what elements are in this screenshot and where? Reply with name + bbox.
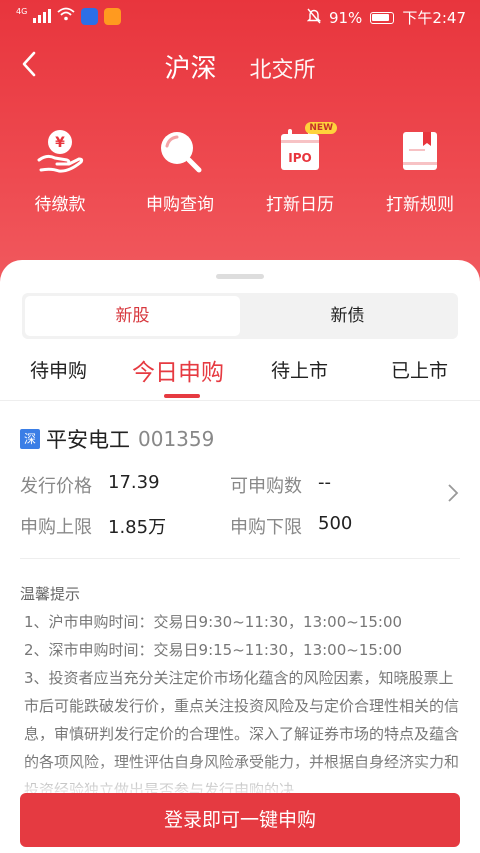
market-tab-bjse[interactable]: 北交所 bbox=[250, 52, 316, 84]
login-subscribe-button[interactable]: 登录即可一键申购 bbox=[20, 793, 460, 847]
subscribable-value: -- bbox=[318, 472, 331, 493]
subscribable-row: 可申购数 -- bbox=[230, 472, 331, 498]
wifi-icon bbox=[57, 7, 75, 25]
quick-action-label: 打新日历 bbox=[266, 195, 334, 215]
segment-new-stock[interactable]: 新股 bbox=[25, 296, 240, 336]
quick-action-subscription-query[interactable]: 申购查询 bbox=[120, 124, 240, 215]
network-type: 4G bbox=[16, 6, 28, 16]
segment-control: 新股 新债 bbox=[22, 293, 458, 339]
rules-book-icon bbox=[393, 124, 447, 178]
divider bbox=[0, 400, 480, 401]
tab-listed[interactable]: 已上市 bbox=[391, 356, 448, 383]
stock-title: 深 平安电工 001359 bbox=[20, 424, 460, 454]
quick-action-label: 申购查询 bbox=[146, 195, 214, 215]
upper-limit-value: 1.85万 bbox=[108, 517, 167, 538]
money-hand-icon: ¥ bbox=[33, 124, 87, 178]
tab-today-subscription[interactable]: 今日申购 bbox=[132, 353, 224, 387]
tab-pending-subscription[interactable]: 待申购 bbox=[30, 356, 87, 383]
battery-percent: 91% bbox=[328, 8, 363, 27]
battery-icon bbox=[370, 11, 395, 24]
notice-line-2: 2、深市申购时间：交易日9:15~11:30，13:00~15:00 bbox=[24, 641, 403, 659]
stock-code: 001359 bbox=[138, 427, 215, 451]
clock: 下午2:47 bbox=[402, 9, 466, 27]
notice-title: 温馨提示 bbox=[20, 585, 81, 603]
status-bar: 4G 91% 下午2:47 bbox=[0, 0, 480, 32]
divider bbox=[20, 558, 460, 559]
market-badge: 深 bbox=[20, 429, 40, 449]
upper-limit-row: 申购上限 1.85万 bbox=[20, 513, 166, 539]
lower-limit-row: 申购下限 500 bbox=[230, 513, 352, 539]
segment-new-bond[interactable]: 新债 bbox=[240, 296, 455, 336]
signal-icon bbox=[33, 9, 52, 23]
search-icon bbox=[153, 124, 207, 178]
quick-action-ipo-rules[interactable]: 打新规则 bbox=[360, 124, 480, 215]
lower-limit-label: 申购下限 bbox=[230, 517, 302, 538]
top-nav: 沪深 北交所 bbox=[0, 40, 480, 90]
svg-text:¥: ¥ bbox=[55, 135, 65, 151]
issue-price-row: 发行价格 17.39 bbox=[20, 472, 160, 498]
new-badge: NEW bbox=[305, 122, 337, 134]
tab-indicator bbox=[164, 394, 200, 398]
upper-limit-label: 申购上限 bbox=[20, 517, 92, 538]
quick-action-pending-payment[interactable]: ¥ 待缴款 bbox=[0, 124, 120, 215]
ipo-calendar-icon: IPO NEW bbox=[273, 122, 337, 178]
quick-action-ipo-calendar[interactable]: IPO NEW 打新日历 bbox=[240, 122, 360, 215]
subscribable-label: 可申购数 bbox=[230, 476, 302, 497]
svg-text:IPO: IPO bbox=[288, 151, 311, 165]
status-tabs: 待申购 今日申购 待上市 已上市 bbox=[0, 352, 480, 398]
sheet-handle[interactable] bbox=[216, 274, 264, 279]
quick-action-label: 打新规则 bbox=[386, 195, 454, 215]
video-app-icon bbox=[104, 7, 122, 25]
stock-name: 平安电工 bbox=[46, 428, 130, 452]
mute-bell-icon bbox=[306, 8, 322, 28]
issue-price-label: 发行价格 bbox=[20, 476, 92, 497]
quick-actions: ¥ 待缴款 申购查询 IPO NEW 打新日历 打新规则 bbox=[0, 122, 480, 215]
chevron-right-icon bbox=[448, 484, 459, 502]
lower-limit-value: 500 bbox=[318, 513, 353, 534]
shield-app-icon bbox=[81, 7, 99, 25]
market-tab-hushen[interactable]: 沪深 bbox=[164, 48, 216, 85]
tab-pending-listing[interactable]: 待上市 bbox=[271, 356, 328, 383]
quick-action-label: 待缴款 bbox=[34, 195, 86, 215]
issue-price-value: 17.39 bbox=[108, 472, 160, 493]
notice-line-1: 1、沪市申购时间：交易日9:30~11:30，13:00~15:00 bbox=[24, 613, 403, 631]
stock-card[interactable]: 深 平安电工 001359 发行价格 17.39 可申购数 -- 申购上限 1.… bbox=[20, 424, 460, 564]
